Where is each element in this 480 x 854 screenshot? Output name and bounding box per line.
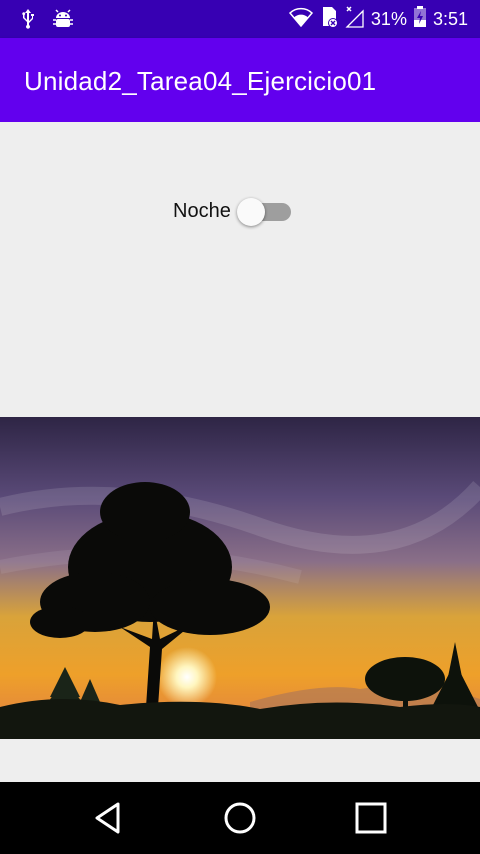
main-content: Noche: [0, 122, 480, 782]
signal-no-sim-icon: [345, 6, 365, 33]
battery-percent: 31%: [370, 9, 407, 29]
status-bar: 31% 3:51: [0, 0, 480, 38]
android-debug-icon: [52, 8, 74, 35]
clock: 3:51: [432, 9, 468, 29]
usb-icon: [20, 8, 36, 35]
navigation-bar: [0, 782, 480, 854]
night-switch-label: Noche: [173, 199, 231, 222]
switch-thumb[interactable]: [236, 198, 265, 226]
recents-icon[interactable]: [351, 798, 391, 838]
sunset-landscape-image: [0, 417, 480, 739]
sd-card-error-icon: [319, 6, 339, 33]
home-icon[interactable]: [220, 798, 260, 838]
wifi-icon: [288, 7, 313, 32]
app-title: Unidad2_Tarea04_Ejercicio01: [24, 66, 377, 96]
battery-charging-icon: [413, 6, 427, 33]
app-bar: Unidad2_Tarea04_Ejercicio01: [0, 38, 480, 122]
back-icon[interactable]: [88, 798, 128, 838]
night-switch-row[interactable]: Noche: [173, 196, 293, 226]
night-switch[interactable]: [236, 196, 293, 226]
